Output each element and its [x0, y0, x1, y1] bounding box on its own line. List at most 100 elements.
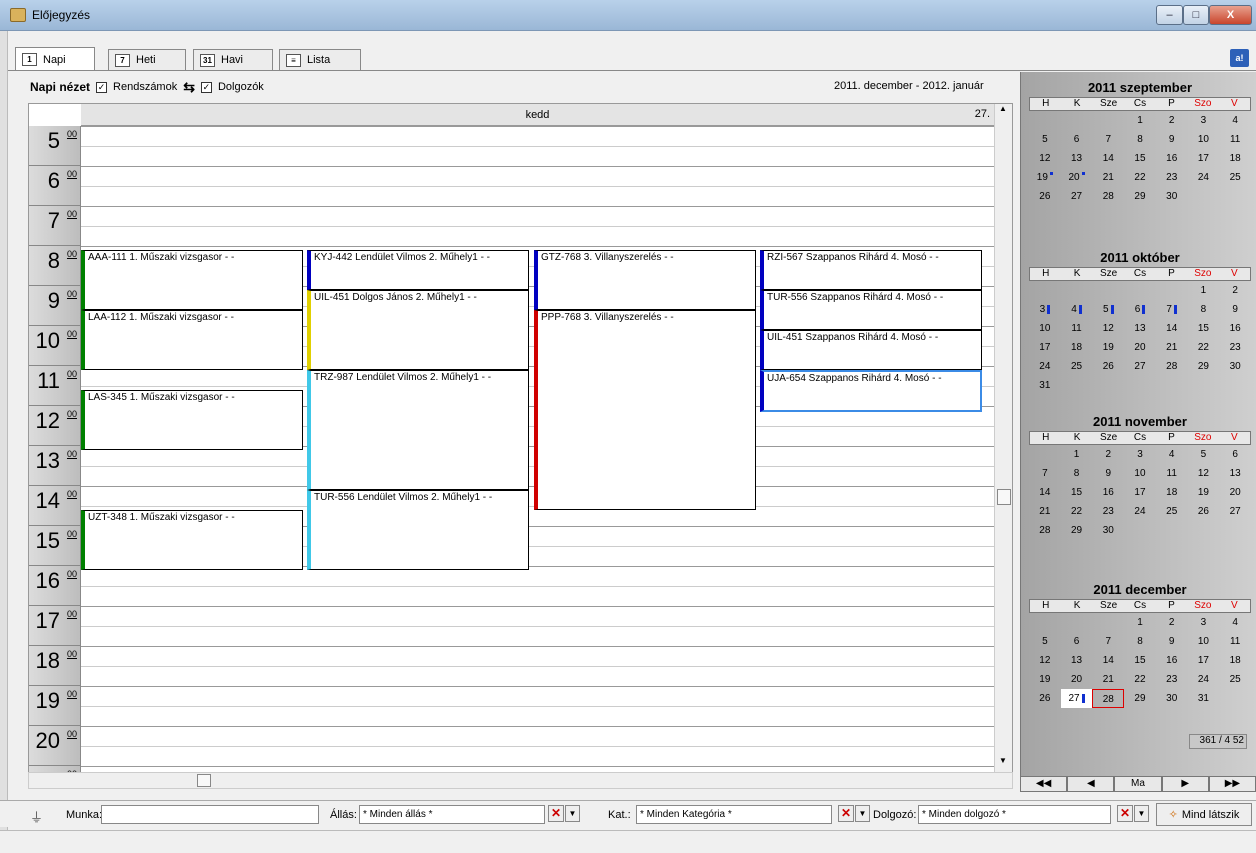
mini-day[interactable]: 19	[1029, 168, 1061, 187]
mini-day[interactable]: 3	[1188, 613, 1220, 632]
mini-day[interactable]: 7	[1029, 464, 1061, 483]
tab-heti[interactable]: 7 Heti	[108, 49, 186, 70]
mini-day[interactable]: 12	[1029, 651, 1061, 670]
mini-day[interactable]: 5	[1029, 130, 1061, 149]
mini-day[interactable]: 3	[1029, 300, 1061, 319]
mini-day[interactable]: 10	[1188, 632, 1220, 651]
mini-day[interactable]: 7	[1156, 300, 1188, 319]
appointment-block[interactable]: UZT-348 1. Műszaki vizsgasor - -	[81, 510, 303, 570]
mini-day[interactable]: 21	[1156, 338, 1188, 357]
position-select[interactable]: * Minden állás *	[359, 805, 545, 824]
position-dropdown-icon[interactable]: ▼	[565, 805, 580, 822]
appointment-block[interactable]: UJA-654 Szappanos Rihárd 4. Mosó - -	[760, 370, 982, 412]
mini-day[interactable]: 17	[1188, 651, 1220, 670]
mini-day[interactable]: 18	[1061, 338, 1093, 357]
mini-day[interactable]: 8	[1124, 130, 1156, 149]
mini-day[interactable]: 9	[1219, 300, 1251, 319]
appointment-block[interactable]: GTZ-768 3. Villanyszerelés - -	[534, 250, 756, 310]
mini-day[interactable]: 1	[1188, 281, 1220, 300]
mini-day[interactable]: 4	[1219, 613, 1251, 632]
mini-day[interactable]: 7	[1092, 130, 1124, 149]
mini-day[interactable]: 16	[1219, 319, 1251, 338]
clear-worker-icon[interactable]: ✕	[1117, 805, 1133, 822]
mini-day[interactable]: 23	[1219, 338, 1251, 357]
mini-day[interactable]: 18	[1219, 651, 1251, 670]
worker-dropdown-icon[interactable]: ▼	[1134, 805, 1149, 822]
first-button[interactable]: ◀◀	[1020, 776, 1068, 792]
mini-day[interactable]: 12	[1188, 464, 1220, 483]
tab-lista[interactable]: ≡ Lista	[279, 49, 361, 70]
appointment-block[interactable]: RZI-567 Szappanos Rihárd 4. Mosó - -	[760, 250, 982, 290]
mini-day[interactable]: 3	[1124, 445, 1156, 464]
tab-napi[interactable]: 1 Napi	[15, 47, 95, 71]
appointment-block[interactable]: LAA-112 1. Műszaki vizsgasor - -	[81, 310, 303, 370]
mini-day[interactable]: 8	[1188, 300, 1220, 319]
mini-day[interactable]: 4	[1156, 445, 1188, 464]
mini-day[interactable]: 9	[1156, 632, 1188, 651]
mini-day[interactable]: 10	[1029, 319, 1061, 338]
mini-day[interactable]: 19	[1188, 483, 1220, 502]
mini-day[interactable]: 5	[1188, 445, 1220, 464]
mini-day[interactable]: 2	[1156, 613, 1188, 632]
work-input[interactable]	[101, 805, 319, 824]
appointment-block[interactable]: LAS-345 1. Műszaki vizsgasor - -	[81, 390, 303, 450]
mini-day[interactable]: 24	[1188, 670, 1220, 689]
worker-select[interactable]: * Minden dolgozó *	[918, 805, 1111, 824]
mini-day[interactable]: 6	[1124, 300, 1156, 319]
mini-day[interactable]: 20	[1219, 483, 1251, 502]
mini-day[interactable]: 26	[1188, 502, 1220, 521]
appointment-block[interactable]: UIL-451 Szappanos Rihárd 4. Mosó - -	[760, 330, 982, 370]
mini-day[interactable]: 14	[1092, 651, 1124, 670]
mini-day[interactable]: 1	[1124, 613, 1156, 632]
mini-day[interactable]: 30	[1092, 521, 1124, 540]
tab-havi[interactable]: 31 Havi	[193, 49, 273, 70]
mini-day[interactable]: 24	[1188, 168, 1220, 187]
mini-day[interactable]: 27	[1124, 357, 1156, 376]
today-button[interactable]: Ma	[1114, 776, 1162, 792]
mini-day[interactable]: 2	[1156, 111, 1188, 130]
mini-day[interactable]: 3	[1188, 111, 1220, 130]
mini-day[interactable]: 5	[1029, 632, 1061, 651]
mini-day[interactable]: 20	[1124, 338, 1156, 357]
mini-day[interactable]: 16	[1092, 483, 1124, 502]
mini-day[interactable]: 1	[1124, 111, 1156, 130]
mini-day[interactable]: 15	[1124, 149, 1156, 168]
mini-day[interactable]: 26	[1092, 357, 1124, 376]
mini-day[interactable]: 1	[1061, 445, 1093, 464]
mini-day[interactable]: 30	[1219, 357, 1251, 376]
vertical-scrollbar[interactable]: ▲ ▼	[994, 104, 1012, 774]
mini-day[interactable]: 17	[1029, 338, 1061, 357]
mini-day[interactable]: 23	[1092, 502, 1124, 521]
mini-day[interactable]: 16	[1156, 651, 1188, 670]
mini-day[interactable]: 26	[1029, 689, 1061, 708]
mini-day[interactable]: 12	[1029, 149, 1061, 168]
mini-day[interactable]: 15	[1124, 651, 1156, 670]
mini-day[interactable]: 12	[1092, 319, 1124, 338]
mini-day[interactable]: 13	[1061, 149, 1093, 168]
appointment-block[interactable]: TUR-556 Lendület Vilmos 2. Műhely1 - -	[307, 490, 529, 570]
swap-icon[interactable]: ⇆	[183, 79, 195, 96]
horizontal-scroll-thumb[interactable]	[197, 774, 211, 787]
close-button[interactable]: X	[1209, 5, 1252, 25]
mini-day[interactable]: 8	[1061, 464, 1093, 483]
appointment-block[interactable]: AAA-111 1. Műszaki vizsgasor - -	[81, 250, 303, 310]
clear-category-icon[interactable]: ✕	[838, 805, 854, 822]
mini-day[interactable]: 10	[1188, 130, 1220, 149]
mini-day[interactable]: 8	[1124, 632, 1156, 651]
mini-day[interactable]: 17	[1188, 149, 1220, 168]
mini-day[interactable]: 19	[1029, 670, 1061, 689]
vertical-scroll-thumb[interactable]	[997, 489, 1011, 505]
category-select[interactable]: * Minden Kategória *	[636, 805, 832, 824]
appointment-block[interactable]: PPP-768 3. Villanyszerelés - -	[534, 310, 756, 510]
mini-day[interactable]: 11	[1219, 130, 1251, 149]
mini-day[interactable]: 14	[1029, 483, 1061, 502]
show-all-button[interactable]: ✧ Mind látszik	[1156, 803, 1252, 826]
mini-day[interactable]: 6	[1219, 445, 1251, 464]
mini-day[interactable]: 14	[1156, 319, 1188, 338]
appointment-block[interactable]: TUR-556 Szappanos Rihárd 4. Mosó - -	[760, 290, 982, 330]
horizontal-scrollbar[interactable]	[28, 772, 1013, 789]
appointment-block[interactable]: KYJ-442 Lendület Vilmos 2. Műhely1 - -	[307, 250, 529, 290]
scroll-down-icon[interactable]: ▼	[999, 756, 1007, 765]
mini-day[interactable]: 6	[1061, 130, 1093, 149]
mini-day[interactable]: 5	[1092, 300, 1124, 319]
